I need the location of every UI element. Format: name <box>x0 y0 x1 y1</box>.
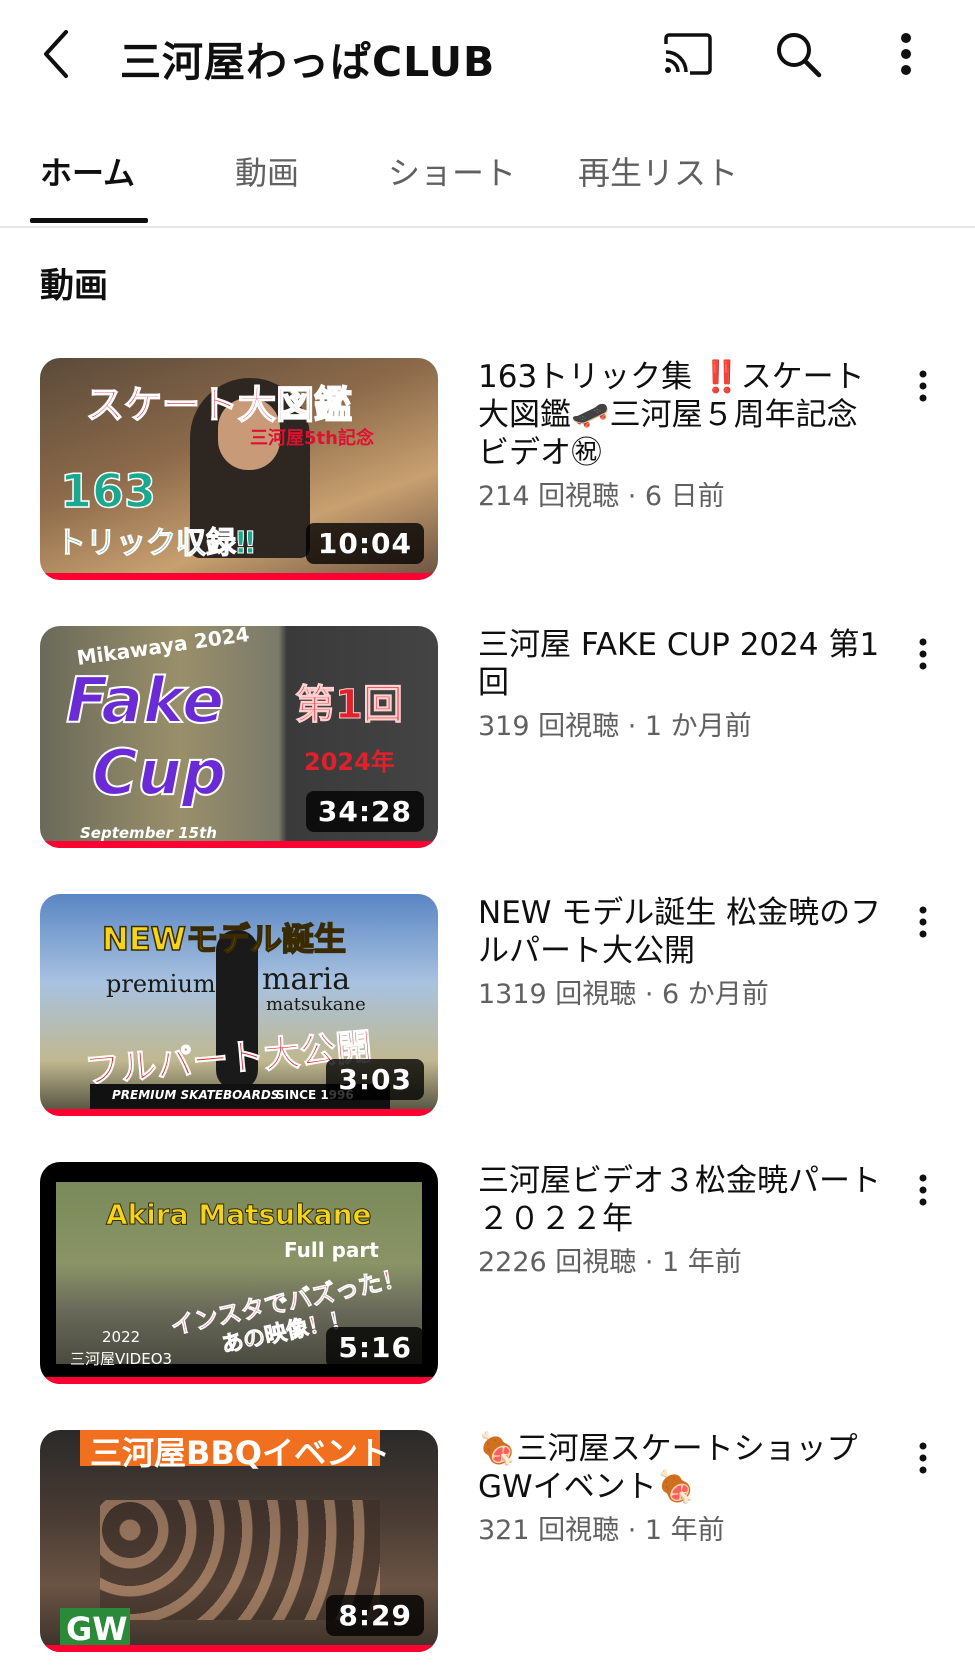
meta-separator: · <box>619 481 645 512</box>
view-count: 214 回視聴 <box>478 481 620 512</box>
thumb-text: premium <box>106 970 216 998</box>
view-count: 2226 回視聴 <box>478 1247 637 1278</box>
watch-progress-bar <box>40 1109 438 1116</box>
thumb-text: 第1回 <box>295 682 404 729</box>
video-more-button[interactable] <box>905 632 941 676</box>
thumb-text: Cup <box>91 735 227 810</box>
thumb-text: 163 <box>59 463 157 519</box>
thumb-text: PREMIUM SKATEBOARDS <box>112 1088 280 1102</box>
upload-age: 6 か月前 <box>662 979 769 1010</box>
thumb-text: matsukane <box>266 994 366 1015</box>
thumb-text: 三河屋VIDEO3 <box>70 1350 173 1368</box>
cast-icon <box>664 33 712 75</box>
video-item[interactable]: NEWモデル誕生 premium maria matsukane フルパート大公… <box>0 894 975 1124</box>
video-thumbnail[interactable]: スケート大図鑑 三河屋5th記念 163 トリック収録‼ 10:04 <box>40 358 438 580</box>
thumb-text: Akira Matsukane <box>106 1198 373 1232</box>
app-header: 三河屋わっぱCLUB <box>0 0 975 110</box>
thumb-text: トリック収録‼ <box>56 526 256 562</box>
channel-name: 三河屋わっぱCLUB <box>120 38 496 86</box>
video-duration: 8:29 <box>326 1595 424 1636</box>
video-meta: 319 回視聴 · 1 か月前 <box>478 704 752 743</box>
video-item[interactable]: Akira Matsukane Full part インスタでバズった！ あの映… <box>0 1162 975 1392</box>
video-title[interactable]: 三河屋ビデオ３松金暁パート２０２２年 <box>478 1162 888 1238</box>
thumb-text: 三河屋5th記念 <box>250 428 374 449</box>
tab-home[interactable]: ホーム <box>40 148 135 194</box>
view-count: 319 回視聴 <box>478 711 620 742</box>
watch-progress-bar <box>40 1377 438 1384</box>
more-vert-icon <box>919 1442 927 1474</box>
thumb-text: Fake <box>65 663 225 738</box>
meta-separator: · <box>636 1247 663 1278</box>
video-thumbnail[interactable]: 三河屋BBQイベント GW 8:29 <box>40 1430 438 1652</box>
video-duration: 3:03 <box>326 1059 424 1100</box>
search-button[interactable] <box>770 24 826 84</box>
video-thumbnail[interactable]: NEWモデル誕生 premium maria matsukane フルパート大公… <box>40 894 438 1116</box>
channel-tabs: ホーム 動画 ショート 再生リスト <box>0 130 975 228</box>
video-more-button[interactable] <box>905 364 941 408</box>
thumb-text: September 15th <box>80 824 217 842</box>
meta-separator: · <box>636 979 663 1010</box>
video-item[interactable]: Mikawaya 2024 Fake Cup 第1回 2024年 Septemb… <box>0 626 975 856</box>
tab-shorts[interactable]: ショート <box>388 148 516 194</box>
video-duration: 10:04 <box>305 523 424 564</box>
more-options-button[interactable] <box>878 24 934 84</box>
video-meta: 214 回視聴 · 6 日前 <box>478 474 725 513</box>
upload-age: 1 年前 <box>644 1515 725 1546</box>
video-thumbnail[interactable]: Mikawaya 2024 Fake Cup 第1回 2024年 Septemb… <box>40 626 438 848</box>
view-count: 1319 回視聴 <box>478 979 637 1010</box>
video-meta: 321 回視聴 · 1 年前 <box>478 1508 725 1547</box>
video-title[interactable]: 三河屋 FAKE CUP 2024 第1回 <box>478 626 888 702</box>
video-meta: 1319 回視聴 · 6 か月前 <box>478 972 769 1011</box>
upload-age: 1 か月前 <box>644 711 752 742</box>
video-title[interactable]: 163トリック集 ‼️スケート大図鑑🛹三河屋５周年記念ビデオ㊗ <box>478 358 888 472</box>
meta-separator: · <box>619 1515 645 1546</box>
watch-progress-bar <box>40 841 438 848</box>
thumb-text: NEWモデル誕生 <box>101 919 346 959</box>
video-item[interactable]: スケート大図鑑 三河屋5th記念 163 トリック収録‼ 10:04 163トリ… <box>0 358 975 588</box>
upload-age: 1 年前 <box>662 1247 742 1278</box>
thumb-text: Full part <box>284 1238 379 1262</box>
back-button[interactable] <box>38 24 78 84</box>
video-more-button[interactable] <box>905 900 941 944</box>
video-more-button[interactable] <box>905 1168 941 1212</box>
meta-separator: · <box>619 711 645 742</box>
more-vert-icon <box>919 370 927 402</box>
more-vert-icon <box>901 33 911 75</box>
video-more-button[interactable] <box>905 1436 941 1480</box>
watch-progress-bar <box>40 1645 438 1652</box>
cast-button[interactable] <box>660 24 716 84</box>
thumb-text: maria <box>262 962 351 997</box>
thumb-text: 2022 <box>102 1328 141 1346</box>
thumb-text: 2024年 <box>304 748 395 776</box>
watch-progress-bar <box>40 573 438 580</box>
search-icon <box>777 33 822 78</box>
tab-videos[interactable]: 動画 <box>235 148 299 194</box>
more-vert-icon <box>919 906 927 938</box>
more-vert-icon <box>919 1174 927 1206</box>
video-item[interactable]: 三河屋BBQイベント GW 8:29 🍖三河屋スケートショップGWイベント🍖 3… <box>0 1430 975 1660</box>
thumb-text: スケート大図鑑 <box>85 382 353 428</box>
view-count: 321 回視聴 <box>478 1515 620 1546</box>
active-tab-indicator <box>30 218 148 223</box>
video-title[interactable]: 🍖三河屋スケートショップGWイベント🍖 <box>478 1430 888 1506</box>
tab-playlists[interactable]: 再生リスト <box>578 148 738 194</box>
back-arrow-icon <box>44 30 68 78</box>
thumb-text: GW <box>66 1610 128 1648</box>
upload-age: 6 日前 <box>644 481 725 512</box>
video-duration: 5:16 <box>326 1327 424 1368</box>
thumb-text: 三河屋BBQイベント <box>90 1434 390 1472</box>
section-heading: 動画 <box>40 266 108 306</box>
video-duration: 34:28 <box>305 791 424 832</box>
more-vert-icon <box>919 638 927 670</box>
video-thumbnail[interactable]: Akira Matsukane Full part インスタでバズった！ あの映… <box>40 1162 438 1384</box>
video-title[interactable]: NEW モデル誕生 松金暁のフルパート大公開 <box>478 894 888 970</box>
video-meta: 2226 回視聴 · 1 年前 <box>478 1240 742 1279</box>
